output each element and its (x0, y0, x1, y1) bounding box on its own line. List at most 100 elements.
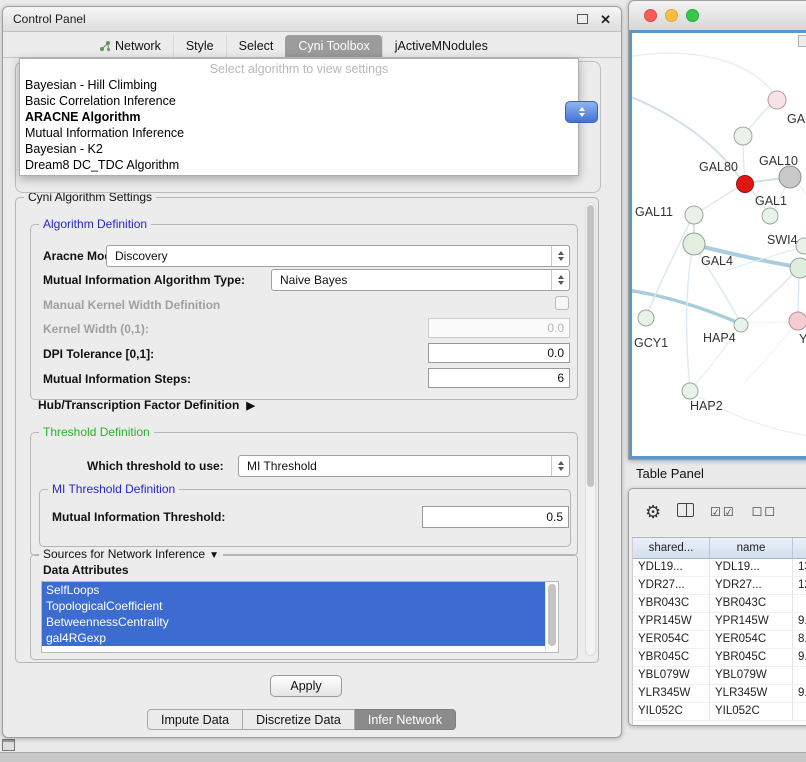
tab-cyni-toolbox[interactable]: Cyni Toolbox (285, 35, 381, 57)
view-corner-button[interactable] (798, 35, 806, 47)
dropdown-item[interactable]: ARACNE Algorithm (20, 109, 578, 125)
table-cell: YPR145W (710, 613, 793, 630)
close-traffic-light-icon[interactable] (644, 9, 657, 22)
table-row[interactable]: YIL052CYIL052C (633, 703, 806, 721)
stepper-down-icon (579, 113, 585, 120)
which-threshold-value: MI Threshold (239, 459, 551, 473)
network-node[interactable] (683, 233, 705, 255)
table-row[interactable]: YDL19...YDL19...13 (633, 559, 806, 577)
which-threshold-select[interactable]: MI Threshold (238, 455, 570, 477)
bottom-tab-discretize-data[interactable]: Discretize Data (243, 709, 355, 730)
tab-network[interactable]: Network (87, 35, 173, 57)
tab-bar: Network Style Select Cyni Toolbox jActiveMNo… (3, 33, 621, 58)
close-icon[interactable]: ✕ (600, 13, 611, 26)
list-scrollbar-thumb[interactable] (548, 584, 556, 646)
minimized-window-icon[interactable] (2, 739, 15, 751)
sources-group-title[interactable]: Sources for Network Inference▼ (39, 547, 223, 561)
table-cell: 12 (793, 577, 806, 594)
network-node[interactable] (789, 312, 806, 330)
attribute-list-item[interactable]: TopologicalCoefficient (42, 598, 545, 614)
zoom-traffic-light-icon[interactable] (686, 9, 699, 22)
tab-label: Cyni Toolbox (298, 35, 369, 57)
table-cell: YPR145W (633, 613, 710, 630)
kernel-width-field[interactable]: 0.0 (428, 318, 570, 338)
columns-icon[interactable] (677, 503, 694, 521)
network-node[interactable] (734, 127, 752, 145)
table-column-header[interactable]: name (710, 538, 793, 559)
bottom-tab-infer-network[interactable]: Infer Network (355, 709, 456, 730)
network-node[interactable] (790, 258, 806, 278)
network-edge (695, 185, 743, 214)
list-scrollbar[interactable] (545, 582, 558, 652)
node-label: Y (799, 332, 806, 346)
data-attributes-label: Data Attributes (43, 563, 129, 577)
network-node[interactable] (737, 176, 754, 193)
unchecked-boxes-icon[interactable]: ☐☐ (752, 506, 778, 518)
network-canvas[interactable]: GALGAL80GAL10GAL11GAL1SWI4GAL4GCY1HAP4YH… (629, 30, 806, 459)
tab-jactivemnodules[interactable]: jActiveMNodules (382, 35, 500, 57)
window-title: Control Panel (13, 12, 86, 26)
table-column-header[interactable] (793, 538, 806, 559)
table-row[interactable]: YBR043CYBR043C (633, 595, 806, 613)
tab-label: Style (186, 35, 214, 57)
table-cell: YDR27... (710, 577, 793, 594)
table-row[interactable]: YER054CYER054C8. (633, 631, 806, 649)
tab-style[interactable]: Style (173, 35, 226, 57)
dpi-tolerance-field[interactable]: 0.0 (428, 343, 570, 363)
table-panel-window: ⚙ ☑☑ ☐☐ shared...name YDL19...YDL19...13… (628, 488, 806, 726)
table-column-header[interactable]: shared... (633, 538, 710, 559)
expand-right-icon: ▶ (246, 399, 254, 412)
network-node[interactable] (762, 208, 778, 224)
table-row[interactable]: YPR145WYPR145W9. (633, 613, 806, 631)
network-node[interactable] (682, 383, 698, 399)
hub-definition-expander[interactable]: Hub/Transcription Factor Definition ▶ (38, 398, 255, 412)
dropdown-item[interactable]: Bayesian - Hill Climbing (20, 77, 578, 93)
attribute-list-item[interactable]: SelfLoops (42, 582, 545, 598)
scrollbar-thumb[interactable] (587, 205, 594, 487)
dropdown-item[interactable]: Dream8 DC_TDC Algorithm (20, 157, 578, 173)
manual-kernel-checkbox[interactable] (555, 296, 569, 310)
dropdown-item[interactable]: Basic Correlation Inference (20, 93, 578, 109)
node-label: GAL1 (755, 194, 787, 208)
network-node[interactable] (638, 310, 654, 326)
network-node[interactable] (768, 91, 786, 109)
table-cell: YLR345W (633, 685, 710, 702)
mi-threshold-field[interactable]: 0.5 (422, 506, 569, 528)
table-cell: YER054C (710, 631, 793, 648)
network-node[interactable] (685, 206, 703, 224)
mi-steps-field[interactable]: 6 (428, 368, 570, 388)
threshold-definition-title: Threshold Definition (39, 425, 154, 439)
tab-select[interactable]: Select (226, 35, 286, 57)
network-edge (742, 270, 797, 323)
dropdown-placeholder: Select algorithm to view settings (20, 61, 578, 77)
network-edge (687, 246, 693, 388)
threshold-definition-group: Threshold Definition Which threshold to … (30, 432, 578, 556)
table-row[interactable]: YBL079WYBL079W (633, 667, 806, 685)
table-row[interactable]: YDR27...YDR27...12 (633, 577, 806, 595)
mi-type-select[interactable]: Naive Bayes (271, 269, 570, 291)
attribute-list-item[interactable]: gal4RGexp (42, 630, 545, 646)
table-row[interactable]: YLR345WYLR345W9. (633, 685, 806, 703)
dropdown-item[interactable]: Mutual Information Inference (20, 125, 578, 141)
network-node[interactable] (779, 166, 801, 188)
gear-icon[interactable]: ⚙ (645, 503, 661, 521)
data-attributes-list[interactable]: SelfLoopsTopologicalCoefficientBetweenne… (41, 581, 559, 653)
aracne-mode-select[interactable]: Discovery (106, 245, 570, 267)
apply-button[interactable]: Apply (270, 675, 342, 697)
node-label: GAL11 (635, 205, 673, 219)
settings-scrollbar[interactable] (585, 202, 596, 656)
float-window-icon[interactable] (577, 14, 588, 24)
network-node[interactable] (734, 318, 748, 332)
table-toolbar: ⚙ ☑☑ ☐☐ (629, 489, 806, 535)
mi-threshold-group: MI Threshold Definition Mutual Informati… (39, 489, 571, 547)
combo-arrows-icon (551, 456, 569, 476)
dropdown-item[interactable]: Bayesian - K2 (20, 141, 578, 157)
attribute-list-item[interactable]: BetweennessCentrality (42, 614, 545, 630)
minimize-traffic-light-icon[interactable] (665, 9, 678, 22)
bottom-tab-impute-data[interactable]: Impute Data (147, 709, 243, 730)
dpi-tolerance-label: DPI Tolerance [0,1]: (43, 347, 154, 361)
algorithm-combo-stepper[interactable] (565, 101, 598, 123)
checked-boxes-icon[interactable]: ☑☑ (710, 506, 736, 518)
table-row[interactable]: YBR045CYBR045C9. (633, 649, 806, 667)
table-cell: 9. (793, 649, 806, 666)
